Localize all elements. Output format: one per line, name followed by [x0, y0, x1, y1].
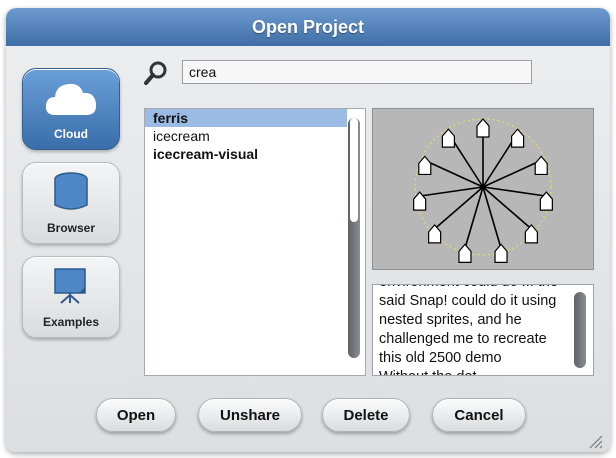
- ferris-wheel-thumbnail: [413, 118, 553, 264]
- wheel-car: [458, 243, 472, 264]
- source-browser-label: Browser: [46, 221, 96, 235]
- list-item[interactable]: icecream: [145, 127, 347, 145]
- database-icon: [51, 171, 91, 218]
- dialog-title: Open Project: [251, 16, 365, 37]
- magnifier-icon: [144, 60, 170, 91]
- cancel-button[interactable]: Cancel: [432, 398, 526, 432]
- wheel-car: [476, 118, 490, 138]
- wheel-car: [494, 243, 508, 264]
- wheel-car: [534, 155, 548, 176]
- wheel-car: [441, 128, 455, 148]
- source-cloud-label: Cloud: [54, 127, 88, 141]
- source-browser-button[interactable]: Browser: [22, 162, 120, 244]
- source-examples-button[interactable]: Examples: [22, 256, 120, 338]
- wheel-car: [428, 223, 442, 244]
- wheel-car: [511, 128, 525, 148]
- notes-scrollbar[interactable]: [574, 292, 586, 368]
- search-input[interactable]: [182, 60, 532, 84]
- wheel-spoke: [464, 186, 484, 249]
- list-item[interactable]: ferris: [145, 109, 347, 127]
- project-notes[interactable]: environment could do ... the said Snap! …: [372, 284, 594, 376]
- wheel-car: [524, 223, 538, 244]
- cloud-icon: [43, 77, 99, 124]
- unshare-button[interactable]: Unshare: [198, 398, 302, 432]
- source-cloud-button[interactable]: Cloud: [22, 68, 120, 150]
- project-notes-text: environment could do ... the said Snap! …: [379, 285, 558, 375]
- list-item[interactable]: icecream-visual: [145, 145, 347, 163]
- resize-grip-icon[interactable]: [586, 432, 604, 455]
- project-thumbnail: [372, 108, 594, 270]
- projector-screen-icon: [51, 265, 91, 312]
- project-list[interactable]: ferris icecream icecream-visual: [144, 108, 366, 376]
- wheel-spoke: [482, 186, 502, 249]
- source-examples-label: Examples: [42, 315, 100, 329]
- delete-button[interactable]: Delete: [322, 398, 410, 432]
- open-button[interactable]: Open: [96, 398, 176, 432]
- project-list-scroll-thumb[interactable]: [350, 118, 358, 222]
- dialog-titlebar[interactable]: Open Project: [6, 8, 610, 46]
